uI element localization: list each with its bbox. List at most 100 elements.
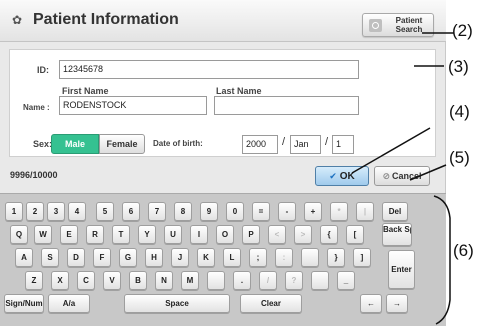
key-0[interactable]: 0 xyxy=(226,202,244,221)
key-6[interactable]: 6 xyxy=(122,202,140,221)
key-period[interactable]: . xyxy=(233,271,251,290)
key-p[interactable]: P xyxy=(242,225,260,244)
key-equals[interactable]: = xyxy=(252,202,270,221)
last-name-field[interactable] xyxy=(214,96,359,115)
key-asterisk[interactable]: * xyxy=(330,202,348,221)
key-sign-num[interactable]: Sign/Num xyxy=(4,294,44,313)
key-q[interactable]: Q xyxy=(10,225,28,244)
key-9[interactable]: 9 xyxy=(200,202,218,221)
key-left-bracket[interactable]: [ xyxy=(346,225,364,244)
key-backspace[interactable]: Back Space xyxy=(382,223,412,246)
key-c[interactable]: C xyxy=(77,271,95,290)
key-right-brace[interactable]: } xyxy=(327,248,345,267)
key-z[interactable]: Z xyxy=(25,271,43,290)
page-title: Patient Information xyxy=(33,11,179,28)
key-d[interactable]: D xyxy=(67,248,85,267)
sex-male-toggle[interactable]: Male xyxy=(51,134,99,154)
key-j[interactable]: J xyxy=(171,248,189,267)
patient-form: ID: 12345678 First Name Last Name Name :… xyxy=(9,49,436,157)
key-right-arrow[interactable]: → xyxy=(386,294,408,313)
check-icon: ✔ xyxy=(329,171,337,181)
on-screen-keyboard: 1 2 3 4 5 6 7 8 9 0 = - + * | Del Q W E … xyxy=(0,193,446,326)
ok-label: OK xyxy=(339,171,355,182)
cancel-label: Cancel xyxy=(392,171,422,181)
key-slash[interactable]: / xyxy=(259,271,277,290)
header-bar: ✿ Patient Information Patient Search xyxy=(0,0,446,42)
key-del[interactable]: Del xyxy=(382,202,408,221)
dob-day-field[interactable]: 1 xyxy=(332,135,354,154)
key-5[interactable]: 5 xyxy=(96,202,114,221)
key-b[interactable]: B xyxy=(129,271,147,290)
key-8[interactable]: 8 xyxy=(174,202,192,221)
key-m[interactable]: M xyxy=(181,271,199,290)
callout-2: (2) xyxy=(452,21,473,40)
key-blank-5[interactable] xyxy=(311,271,329,290)
key-x[interactable]: X xyxy=(51,271,69,290)
key-l[interactable]: L xyxy=(223,248,241,267)
key-e[interactable]: E xyxy=(60,225,78,244)
key-greater-than[interactable]: > xyxy=(294,225,312,244)
dob-year-field[interactable]: 2000 xyxy=(242,135,278,154)
key-left-brace[interactable]: { xyxy=(320,225,338,244)
key-right-bracket[interactable]: ] xyxy=(353,248,371,267)
key-plus[interactable]: + xyxy=(304,202,322,221)
key-blank-3[interactable] xyxy=(301,248,319,267)
patient-icon: ✿ xyxy=(12,13,23,27)
name-label: Name : xyxy=(23,103,50,112)
key-w[interactable]: W xyxy=(34,225,52,244)
sex-label: Sex: xyxy=(33,139,53,149)
key-7[interactable]: 7 xyxy=(148,202,166,221)
key-2[interactable]: 2 xyxy=(26,202,44,221)
key-g[interactable]: G xyxy=(119,248,137,267)
key-i[interactable]: I xyxy=(190,225,208,244)
ok-button[interactable]: ✔ OK xyxy=(315,166,369,186)
id-label: ID: xyxy=(37,65,49,75)
key-1[interactable]: 1 xyxy=(5,202,23,221)
key-n[interactable]: N xyxy=(155,271,173,290)
cancel-icon: ⊘ xyxy=(382,171,391,181)
key-pipe[interactable]: | xyxy=(356,202,374,221)
patient-search-label: Patient Search xyxy=(387,16,431,34)
callout-4: (4) xyxy=(449,102,470,121)
dob-month-field[interactable]: Jan xyxy=(290,135,321,154)
dob-separator-2: / xyxy=(325,136,329,148)
first-name-field[interactable]: RODENSTOCK xyxy=(59,96,207,115)
key-k[interactable]: K xyxy=(197,248,215,267)
key-enter[interactable]: Enter xyxy=(388,250,415,289)
patient-search-label-line2: Search xyxy=(395,25,423,34)
backspace-label: Back Space xyxy=(383,225,411,234)
key-3[interactable]: 3 xyxy=(47,202,65,221)
key-r[interactable]: R xyxy=(86,225,104,244)
key-f[interactable]: F xyxy=(93,248,111,267)
key-clear[interactable]: Clear xyxy=(240,294,302,313)
key-o[interactable]: O xyxy=(216,225,234,244)
first-name-label: First Name xyxy=(62,86,109,96)
key-a[interactable]: A xyxy=(15,248,33,267)
key-h[interactable]: H xyxy=(145,248,163,267)
dob-separator-1: / xyxy=(282,136,286,148)
key-t[interactable]: T xyxy=(112,225,130,244)
id-field[interactable]: 12345678 xyxy=(59,60,359,79)
key-blank-4[interactable] xyxy=(207,271,225,290)
sex-female-toggle[interactable]: Female xyxy=(99,134,145,154)
key-case-toggle[interactable]: A/a xyxy=(48,294,90,313)
key-minus[interactable]: - xyxy=(278,202,296,221)
callout-3: (3) xyxy=(448,57,469,76)
last-name-label: Last Name xyxy=(216,86,262,96)
key-space[interactable]: Space xyxy=(124,294,230,313)
key-left-arrow[interactable]: ← xyxy=(360,294,382,313)
key-u[interactable]: U xyxy=(164,225,182,244)
patient-search-label-line1: Patient xyxy=(395,16,423,25)
patient-search-button[interactable]: Patient Search xyxy=(362,13,434,37)
key-y[interactable]: Y xyxy=(138,225,156,244)
key-less-than[interactable]: < xyxy=(268,225,286,244)
key-4[interactable]: 4 xyxy=(68,202,86,221)
key-s[interactable]: S xyxy=(41,248,59,267)
key-colon[interactable]: : xyxy=(275,248,293,267)
cancel-button[interactable]: ⊘ Cancel xyxy=(374,166,430,186)
callout-5: (5) xyxy=(449,148,470,167)
key-v[interactable]: V xyxy=(103,271,121,290)
key-semicolon[interactable]: ; xyxy=(249,248,267,267)
key-question[interactable]: ? xyxy=(285,271,303,290)
key-underscore[interactable]: _ xyxy=(337,271,355,290)
